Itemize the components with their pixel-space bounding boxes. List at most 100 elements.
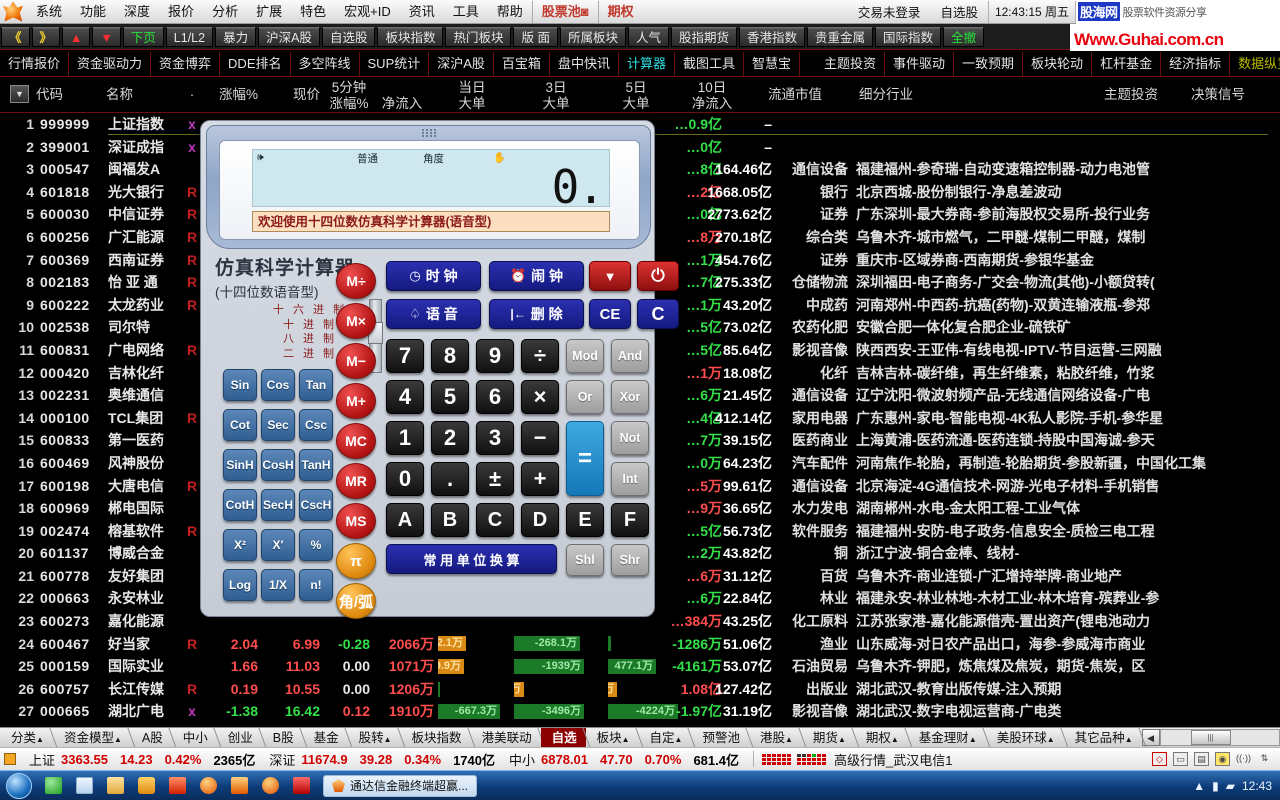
key-clock[interactable]: ◷ 时 钟 xyxy=(386,261,481,291)
taskbar-window-button[interactable]: 通达信金融终端超赢... xyxy=(323,774,478,797)
cell-code[interactable]: 002474 xyxy=(40,520,102,543)
tb-layout[interactable]: 版 面 xyxy=(513,26,558,47)
menu-item-9[interactable]: 工具 xyxy=(444,1,488,23)
col-5min[interactable]: 5分钟 涨幅% xyxy=(322,77,376,113)
key-0[interactable]: 0 xyxy=(386,462,424,496)
key-cosh[interactable]: CosH xyxy=(261,449,295,481)
key-B[interactable]: B xyxy=(431,503,469,537)
cell-code[interactable]: 601137 xyxy=(40,542,102,565)
t2-intraday-news[interactable]: 盘中快讯 xyxy=(550,51,619,76)
t2-screenshot-tool[interactable]: 截图工具 xyxy=(675,51,744,76)
cell-name[interactable]: 大唐电信 xyxy=(108,475,186,498)
cell-name[interactable]: 怡 亚 通 xyxy=(108,271,186,294)
bottom-tab-9[interactable]: 港美联动 xyxy=(471,728,541,748)
bottom-tab-10[interactable]: 自选 xyxy=(540,727,586,748)
bottom-tab-17[interactable]: 基金理财▲ xyxy=(908,728,986,748)
bottom-tab-18[interactable]: 美股环球▲ xyxy=(986,728,1064,748)
column-config-button[interactable]: ▼ xyxy=(10,85,29,103)
signal-icon[interactable]: ((·)) xyxy=(1236,752,1251,766)
bottom-tab-19[interactable]: 其它品种▲ xyxy=(1064,728,1142,748)
cell-code[interactable]: 600831 xyxy=(40,339,102,362)
key-sinh[interactable]: SinH xyxy=(223,449,257,481)
calculator-dialog[interactable]: 🕪 普通 角度 ✋ 0. 欢迎使用十四位数仿真科学计算器(语音型) 仿真科学计算… xyxy=(200,120,679,619)
cell-name[interactable]: 闽福发A xyxy=(108,158,186,181)
tb-hsa[interactable]: 沪深A股 xyxy=(258,26,320,47)
key-power[interactable]: ⏻ xyxy=(637,261,679,291)
key-n[interactable]: n! xyxy=(299,569,333,601)
tray-icon-volume[interactable]: ▲ xyxy=(1193,779,1205,793)
cell-name[interactable]: 风神股份 xyxy=(108,452,186,475)
tb-index-futures[interactable]: 股指期货 xyxy=(671,26,738,47)
windows-start-icon[interactable] xyxy=(6,772,32,799)
cell-name[interactable]: 长江传媒 xyxy=(108,678,186,701)
cell-name[interactable]: 湖北广电 xyxy=(108,700,186,723)
taskbar-icon-browser[interactable] xyxy=(45,777,62,794)
minimize-icon[interactable]: ▭ xyxy=(1173,752,1188,766)
cell-code[interactable]: 000159 xyxy=(40,655,102,678)
cell-name[interactable]: 中信证券 xyxy=(108,203,186,226)
cell-code[interactable]: 000420 xyxy=(40,362,102,385)
col-chg-pct[interactable]: 涨幅% xyxy=(196,77,258,113)
cell-code[interactable]: 600469 xyxy=(40,452,102,475)
key-5[interactable]: 5 xyxy=(431,380,469,414)
tb-down[interactable]: ▼ xyxy=(92,26,121,47)
cell-name[interactable]: 太龙药业 xyxy=(108,294,186,317)
key-sin[interactable]: Sin xyxy=(223,369,257,401)
key-Int[interactable]: Int xyxy=(611,462,649,496)
cell-name[interactable]: 榕基软件 xyxy=(108,520,186,543)
taskbar-icon-app1[interactable] xyxy=(169,777,186,794)
cell-name[interactable]: 西南证券 xyxy=(108,249,186,272)
table-row[interactable]: 27 000665 湖北广电 x -1.38 16.42 0.12 1910万 -667.3万 -… xyxy=(0,700,1280,723)
key-2[interactable]: 2 xyxy=(431,421,469,455)
tray-icon-battery[interactable]: ▰ xyxy=(1226,779,1235,793)
key-log[interactable]: Log xyxy=(223,569,257,601)
cell-code[interactable]: 002183 xyxy=(40,271,102,294)
watchlist-status[interactable]: 自选股 xyxy=(930,2,988,21)
menu-item-8[interactable]: 资讯 xyxy=(400,1,444,23)
bottom-tab-13[interactable]: 预警池 xyxy=(691,728,749,748)
key-unit-convert[interactable]: 常 用 单 位 换 算 xyxy=(386,544,557,574)
tb-belong-sector[interactable]: 所属板块 xyxy=(559,26,626,47)
key-D[interactable]: D xyxy=(521,503,559,537)
menu-item-6[interactable]: 特色 xyxy=(291,1,335,23)
cell-name[interactable]: 奥维通信 xyxy=(108,384,186,407)
key-mem-6[interactable]: MS xyxy=(336,503,376,539)
key-voice[interactable]: ♤ 语 音 xyxy=(386,299,481,329)
tb-l1l2[interactable]: L1/L2 xyxy=(165,26,214,47)
cell-name[interactable]: 友好集团 xyxy=(108,565,186,588)
t2-treasure-box[interactable]: 百宝箱 xyxy=(494,51,550,76)
bottom-tab-5[interactable]: B股 xyxy=(262,728,303,748)
t2-long-short[interactable]: 多空阵线 xyxy=(291,51,360,76)
key-Not[interactable]: Not xyxy=(611,421,649,455)
cell-name[interactable]: 司尔特 xyxy=(108,316,186,339)
key-sec[interactable]: Sec xyxy=(261,409,295,441)
key-shr[interactable]: Shr xyxy=(611,544,649,576)
key-mem-0[interactable]: M÷ xyxy=(336,263,376,299)
cell-code[interactable]: 600833 xyxy=(40,429,102,452)
menu-item-options[interactable]: 期权 xyxy=(597,0,643,23)
bottom-tab-bar[interactable]: 分类▲ 资金模型▲ A股 中小 创业 B股 基金 股转▲ 板块指数 港美联动 自选 板块▲ 自定▲ 预警池… xyxy=(0,727,1280,748)
col-10d-net[interactable]: 10日 净流入 xyxy=(672,77,752,113)
key-A[interactable]: A xyxy=(386,503,424,537)
key-tan[interactable]: Tan xyxy=(299,369,333,401)
tb-nextpage[interactable]: 下页 xyxy=(122,26,164,47)
key-3[interactable]: 3 xyxy=(476,421,514,455)
tab-scrollbar-track[interactable]: ||| xyxy=(1159,729,1280,746)
taskbar-icon-app2[interactable] xyxy=(200,777,217,794)
cell-code[interactable]: 000663 xyxy=(40,587,102,610)
key-[interactable]: . xyxy=(431,462,469,496)
col-theme-invest[interactable]: 主题投资 xyxy=(1094,77,1168,113)
refresh-icon[interactable]: ◇ xyxy=(1152,752,1167,766)
cell-code[interactable]: 600198 xyxy=(40,475,102,498)
key-7[interactable]: 7 xyxy=(386,339,424,373)
col-3d-big[interactable]: 3日 大单 xyxy=(514,77,598,113)
t2-consensus[interactable]: 一致预期 xyxy=(954,51,1024,76)
cell-code[interactable]: 600222 xyxy=(40,294,102,317)
bottom-tab-6[interactable]: 基金 xyxy=(303,728,348,748)
t2-theme-invest[interactable]: 主题投资 xyxy=(816,51,886,76)
key-F[interactable]: F xyxy=(611,503,649,537)
bottom-tab-11[interactable]: 板块▲ xyxy=(586,728,639,748)
col-today-big[interactable]: 当日 大单 xyxy=(430,77,514,113)
bottom-tab-3[interactable]: 中小 xyxy=(172,728,217,748)
t2-econ-indicator[interactable]: 经济指标 xyxy=(1161,51,1231,76)
